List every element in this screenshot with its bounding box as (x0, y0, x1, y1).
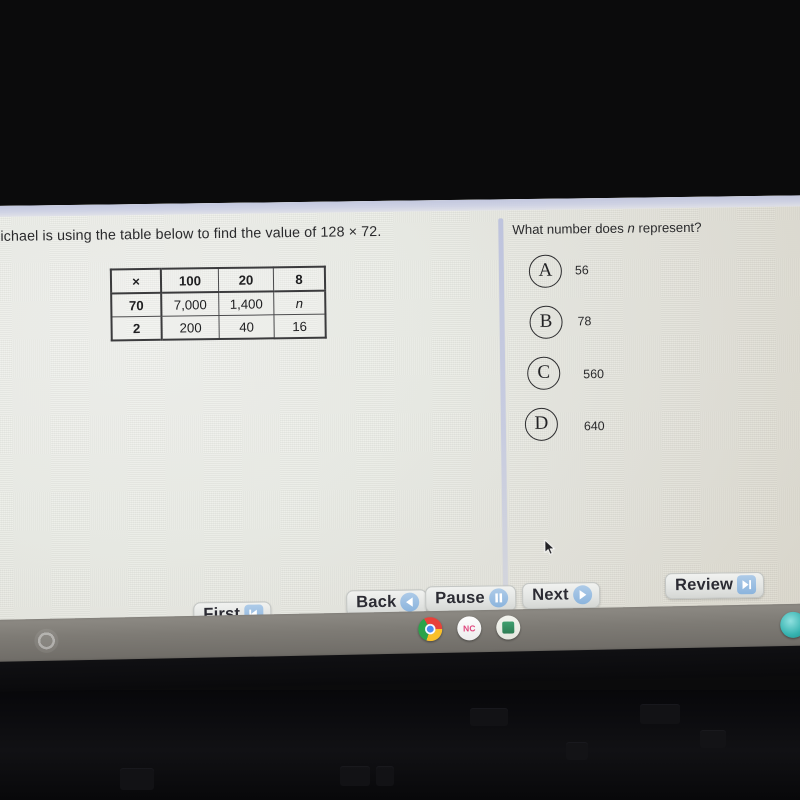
table-row-header: 2 (111, 316, 162, 341)
review-button-label: Review (674, 575, 734, 595)
next-button-label: Next (532, 585, 569, 604)
keyboard-key (340, 766, 370, 786)
area-model-table-wrapper: × 100 20 8 70 7,000 1,400 n 2 200 40 16 (109, 265, 327, 342)
laptop-screen: Michael is using the table below to find… (0, 195, 800, 668)
keyboard-key (470, 708, 508, 726)
answer-value-d[interactable]: 640 (584, 419, 605, 433)
nc-test-icon[interactable]: NC (457, 616, 482, 641)
keyboard-key (566, 742, 588, 760)
question-text-prefix: What number does (512, 220, 628, 238)
pause-button[interactable]: Pause (425, 585, 516, 613)
table-row: 2 200 40 16 (111, 314, 326, 341)
answer-value-c[interactable]: 560 (583, 367, 604, 381)
answer-bubble-b[interactable]: B (529, 305, 563, 339)
table-col-header: 100 (160, 268, 219, 293)
teal-status-icon[interactable] (780, 611, 800, 639)
table-cell: 7,000 (161, 292, 219, 317)
answer-value-b[interactable]: 78 (577, 314, 591, 328)
answer-choice-b[interactable]: B 78 (529, 303, 790, 357)
pause-button-label: Pause (435, 588, 485, 608)
answer-bubble-c[interactable]: C (527, 356, 561, 391)
question-prompt: Michael is using the table below to find… (0, 223, 382, 246)
review-button[interactable]: Review (664, 571, 765, 600)
answer-choice-c[interactable]: C 560 (527, 354, 791, 408)
keyboard-key (120, 768, 154, 790)
table-row-header: 70 (111, 292, 162, 317)
question-text: What number does n represent? (512, 220, 701, 237)
area-model-table: × 100 20 8 70 7,000 1,400 n 2 200 40 16 (109, 265, 327, 342)
green-app-icon[interactable] (496, 615, 521, 640)
answer-value-a[interactable]: 56 (575, 263, 589, 277)
nc-test-icon-label: NC (463, 623, 476, 634)
table-col-header: 8 (273, 266, 326, 292)
answer-choice-a[interactable]: A 56 (528, 252, 790, 306)
taskbar-app-icons: NC (418, 615, 521, 642)
keyboard-key (376, 766, 394, 786)
laptop-keyboard-area (0, 690, 800, 800)
table-col-header: 20 (218, 267, 274, 293)
table-header-row: × 100 20 8 (110, 266, 326, 294)
pause-icon (488, 588, 508, 608)
right-pane: What number does n represent? A 56 B 78 … (512, 206, 800, 590)
table-cell: 200 (161, 315, 220, 340)
left-pane: Michael is using the table below to find… (0, 210, 509, 597)
answer-bubble-d[interactable]: D (524, 407, 559, 442)
table-cell: 1,400 (218, 291, 274, 316)
skip-to-end-icon (736, 575, 757, 595)
circle-launcher-icon[interactable] (34, 628, 59, 654)
back-button-label: Back (356, 592, 397, 612)
previous-arrow-icon (400, 592, 420, 612)
table-corner-operator: × (110, 268, 162, 294)
table-cell: 40 (218, 314, 275, 340)
table-cell-variable-n: n (273, 290, 326, 315)
answer-choices-list: A 56 B 78 C 560 D 640 (524, 252, 792, 459)
keyboard-key (700, 730, 726, 748)
answer-bubble-a[interactable]: A (528, 254, 563, 288)
keyboard-key (640, 704, 680, 724)
table-cell: 16 (273, 314, 326, 339)
photo-of-laptop-screen: Michael is using the table below to find… (0, 0, 800, 800)
next-button[interactable]: Next (521, 582, 600, 610)
next-arrow-icon (572, 585, 592, 605)
chrome-icon[interactable] (418, 616, 443, 642)
answer-choice-d[interactable]: D 640 (524, 405, 792, 459)
question-text-suffix: represent? (634, 219, 702, 236)
table-row: 70 7,000 1,400 n (111, 290, 326, 317)
question-content-area: Michael is using the table below to find… (0, 206, 800, 601)
